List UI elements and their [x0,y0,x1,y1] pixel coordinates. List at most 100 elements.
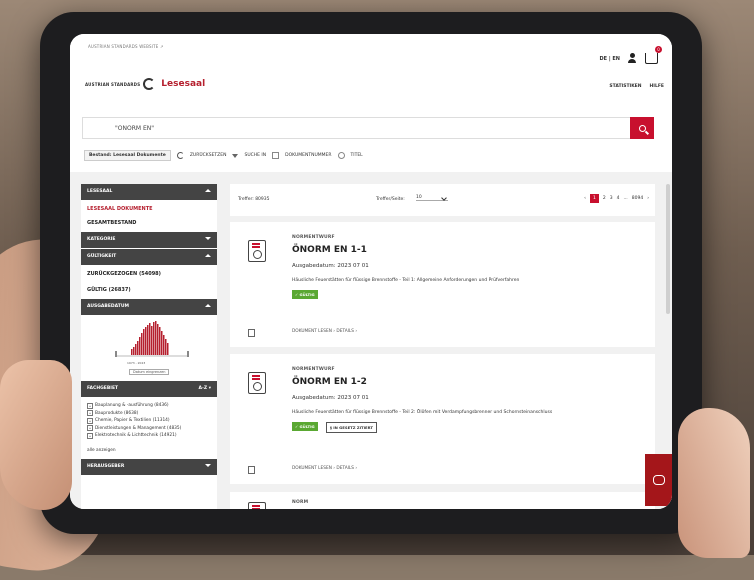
titel-checkbox[interactable] [337,152,345,159]
list-item[interactable]: + Bauprodukte (8638) [87,410,211,416]
sidebar-item-lesesaal-dokumente[interactable]: LESESAAL DOKUMENTE [81,200,217,218]
card-links[interactable]: DOKUMENT LESEN › DETAILS › [292,329,357,334]
logo-ring-icon [143,78,156,90]
language-switch[interactable]: DE | EN [600,56,620,62]
card-footer: DOKUMENT LESEN › DETAILS › [230,462,655,484]
titel-label: TITEL [350,153,363,158]
plus-box-icon: + [87,410,93,416]
law-cited-badge: § IN GESETZ ZITIERT [326,422,377,433]
plus-box-icon: + [87,402,93,409]
lesesaal-heading: LESESAAL [87,189,113,194]
result-card[interactable]: NORM [230,492,655,509]
page-last[interactable]: 8094 [632,196,643,201]
bestand-pill[interactable]: Bestand: Lesesaal Dokumente [84,150,171,161]
sidebar-head-ausgabedatum[interactable]: AUSGABEDATUM [81,299,217,315]
herausgeber-heading: HERAUSGEBER [87,464,125,469]
dokumentnummer-label: DOKUMENTNUMMER [285,153,332,158]
search-input[interactable] [113,124,597,133]
sidebar-head-herausgeber[interactable]: HERAUSGEBER [81,459,217,475]
user-icon[interactable] [628,53,636,63]
histogram-chart [115,321,189,357]
left-hand [0,360,72,510]
card-links[interactable]: DOKUMENT LESEN › DETAILS › [292,466,357,471]
brand-title: Lesesaal [161,79,206,89]
page-3[interactable]: 3 [610,196,613,201]
document-date: Ausgabedatum: 2023 07 01 [292,395,369,401]
file-icon [248,466,255,474]
date-range-button[interactable]: Datum eingrenzen [129,369,170,375]
top-bar: AUSTRIAN STANDARDS WEBSITE ↗ AUSTRIAN ST… [70,34,672,114]
sidebar-head-fachgebiet[interactable]: FACHGEBIET A-Z ▾ [81,381,217,397]
status-badge: ✓ GÜLTIG [292,422,318,431]
kategorie-heading: KATEGORIE [87,237,116,242]
tablet-device: AUSTRIAN STANDARDS WEBSITE ↗ AUSTRIAN ST… [40,12,702,534]
list-item-label: Elektrotechnik & Lichttechnik (14921) [95,433,177,438]
cart-icon[interactable] [645,53,658,64]
status-badge: ✓ GÜLTIG [292,290,318,299]
reset-button[interactable]: ZURÜCKSETZEN [190,153,227,158]
list-item[interactable]: + Elektrotechnik & Lichttechnik (14921) [87,432,211,439]
perpage-value: 10 [416,195,422,200]
search-button[interactable] [630,117,654,139]
prev-page-icon[interactable]: ‹ [584,196,586,201]
plus-box-icon: + [87,417,93,424]
chevron-down-icon [205,464,211,467]
sort-az-button[interactable]: A-Z ▾ [199,381,211,397]
chevron-up-icon [205,254,211,257]
show-all-link[interactable]: alle anzeigen [81,444,217,459]
document-description: Häusliche Feuerstätten für flüssige Bren… [292,278,520,283]
gueltigkeit-heading: GÜLTIGKEIT [87,254,117,259]
document-kind: NORMENTWURF [292,235,335,240]
sidebar-item-gesamtbestand[interactable]: GESAMTBESTAND [81,218,217,232]
result-card[interactable]: NORMENTWURF ÖNORM EN 1-2 Ausgabedatum: 2… [230,354,655,484]
date-histogram: 1973 - 2023 Datum eingrenzen [87,317,211,379]
document-description: Häusliche Feuerstätten für flüssige Bren… [292,410,553,415]
perpage-select[interactable]: 10 [416,195,448,201]
sidebar-item-gueltig[interactable]: GÜLTIG (26837) [81,283,217,299]
tablet-screen: AUSTRIAN STANDARDS WEBSITE ↗ AUSTRIAN ST… [70,34,672,509]
histogram-years: 1973 - 2023 [127,361,146,365]
document-title[interactable]: ÖNORM EN 1-2 [292,377,367,387]
file-icon [248,329,255,337]
cart-count-badge: 0 [655,46,662,53]
sidebar: LESESAAL LESESAAL DOKUMENTE GESAMTBESTAN… [81,184,217,509]
page-1[interactable]: 1 [589,194,599,203]
fachgebiet-heading: FACHGEBIET [87,386,119,391]
list-item[interactable]: + Chemie, Papier & Textilien (11314) [87,417,211,424]
brand[interactable]: AUSTRIAN STANDARDS Lesesaal [85,78,205,90]
page-2[interactable]: 2 [603,196,606,201]
list-item[interactable]: + Bauplanung & -ausführung (8436) [87,402,211,409]
results-count: Treffer: 80935 [238,197,270,202]
ausgabedatum-heading: AUSGABEDATUM [87,304,129,309]
list-item-label: Bauplanung & -ausführung (8436) [95,403,169,408]
dokumentnummer-checkbox[interactable] [272,152,280,159]
chat-button[interactable] [645,454,672,506]
result-card[interactable]: NORMENTWURF ÖNORM EN 1-1 Ausgabedatum: 2… [230,222,655,347]
website-link[interactable]: AUSTRIAN STANDARDS WEBSITE ↗ [88,44,164,49]
sidebar-head-lesesaal[interactable]: LESESAAL [81,184,217,200]
reset-icon [176,152,184,159]
right-hand [678,408,750,558]
document-kind: NORM [292,500,309,505]
chevron-up-icon [205,304,211,307]
sidebar-head-gueltigkeit[interactable]: GÜLTIGKEIT [81,249,217,265]
sidebar-item-zurueckgezogen[interactable]: ZURÜCKGEZOGEN (54098) [81,265,217,283]
next-page-icon[interactable]: › [647,196,649,201]
sidebar-head-kategorie[interactable]: KATEGORIE [81,232,217,248]
perpage-label: Treffer/Seite: [376,197,405,202]
document-icon [248,372,266,394]
document-icon [248,240,266,262]
search-bar [82,117,654,139]
list-item[interactable]: + Dienstleistungen & Management (4835) [87,425,211,431]
chevron-down-icon [441,195,447,201]
document-title[interactable]: ÖNORM EN 1-1 [292,245,367,255]
plus-box-icon: + [87,425,93,431]
nav-statistiken[interactable]: STATISTIKEN [609,84,641,89]
page-ellipsis: ... [623,196,628,201]
top-nav: STATISTIKEN HILFE [609,84,664,89]
page-4[interactable]: 4 [617,196,620,201]
list-item-label: Dienstleistungen & Management (4835) [95,425,182,431]
nav-hilfe[interactable]: HILFE [650,84,664,89]
filter-row: Bestand: Lesesaal Dokumente ZURÜCKSETZEN… [84,150,363,161]
scrollbar[interactable] [666,184,670,314]
